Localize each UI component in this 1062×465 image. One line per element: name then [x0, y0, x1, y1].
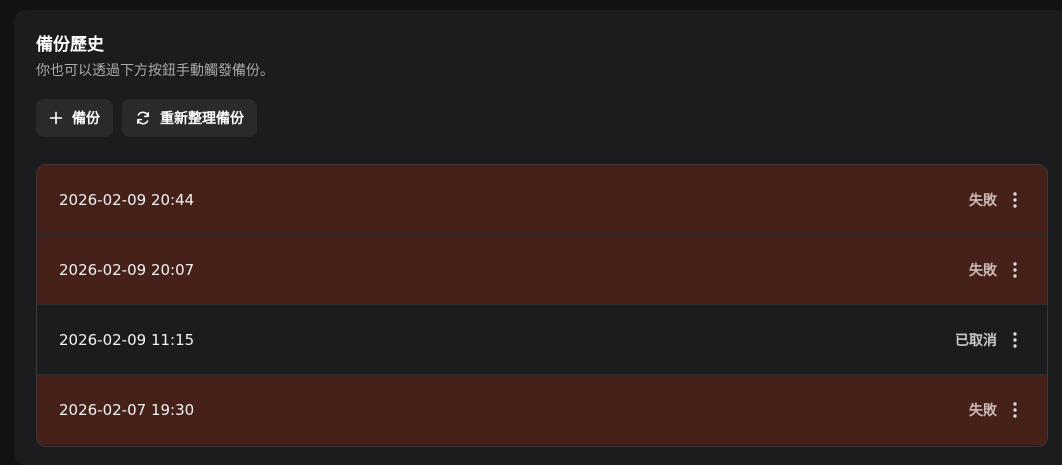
backup-row-right: 失敗	[969, 188, 1025, 212]
more-options-icon[interactable]	[1005, 258, 1025, 282]
section-header: 備份歷史 你也可以透過下方按鈕手動觸發備份。	[36, 34, 274, 80]
backup-row[interactable]: 2026-02-07 19:30 失敗	[37, 375, 1047, 445]
backup-row-right: 已取消	[955, 328, 1025, 352]
backup-row[interactable]: 2026-02-09 20:44 失敗	[37, 165, 1047, 235]
refresh-backups-button[interactable]: 重新整理備份	[122, 99, 257, 137]
backup-list: 2026-02-09 20:44 失敗 2026-02-09 20:07 失敗 …	[36, 164, 1048, 447]
backup-row-right: 失敗	[969, 398, 1025, 422]
backup-status: 失敗	[969, 262, 997, 279]
backup-status: 失敗	[969, 192, 997, 209]
backup-history-panel: 備份歷史 你也可以透過下方按鈕手動觸發備份。 備份 重新整理備份 2026-02…	[14, 10, 1062, 465]
more-options-icon[interactable]	[1005, 188, 1025, 212]
backup-status: 失敗	[969, 403, 997, 419]
backup-status: 已取消	[955, 332, 997, 349]
backup-time: 2026-02-09 20:44	[59, 190, 195, 209]
backup-row-right: 失敗	[969, 258, 1025, 282]
backup-time: 2026-02-07 19:30	[59, 401, 195, 419]
backup-row[interactable]: 2026-02-09 20:07 失敗	[37, 235, 1047, 305]
backup-button[interactable]: 備份	[36, 99, 113, 137]
more-options-icon[interactable]	[1005, 328, 1025, 352]
backup-button-label: 備份	[72, 111, 100, 127]
refresh-icon	[135, 110, 151, 126]
refresh-backups-label: 重新整理備份	[160, 111, 244, 127]
backup-row[interactable]: 2026-02-09 11:15 已取消	[37, 305, 1047, 375]
plus-icon	[49, 111, 63, 125]
backup-time: 2026-02-09 20:07	[59, 260, 195, 279]
section-title: 備份歷史	[36, 35, 104, 55]
more-options-icon[interactable]	[1005, 398, 1025, 422]
backup-time: 2026-02-09 11:15	[59, 330, 195, 349]
section-subtitle: 你也可以透過下方按鈕手動觸發備份。	[36, 63, 274, 79]
action-bar: 備份 重新整理備份	[36, 99, 257, 137]
